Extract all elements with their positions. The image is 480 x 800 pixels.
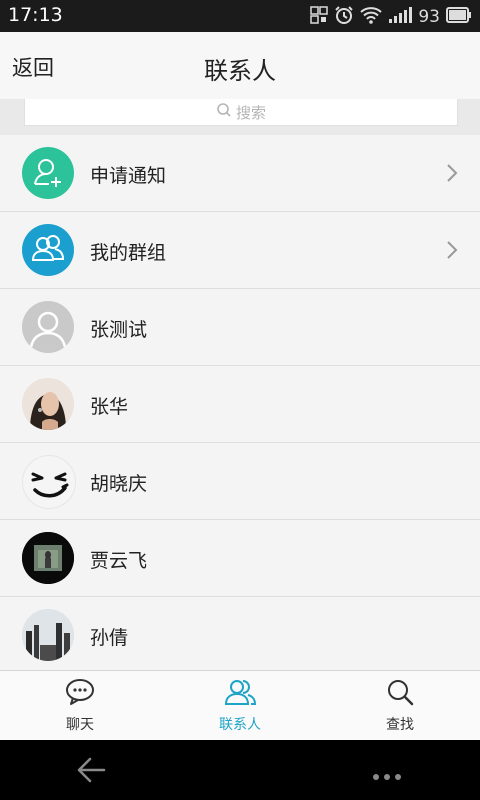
avatar	[22, 532, 74, 584]
wifi-icon	[360, 6, 383, 28]
list-item-label: 我的群组	[90, 242, 167, 264]
list-item-contact[interactable]: 张测试	[0, 289, 480, 366]
list-item-label: 贾云飞	[90, 550, 148, 572]
status-time: 17:13	[8, 4, 63, 26]
list-item-label: 张测试	[90, 319, 148, 341]
back-arrow-icon[interactable]	[76, 756, 106, 788]
list-item-contact[interactable]: 贾云飞	[0, 520, 480, 597]
avatar	[22, 455, 76, 509]
avatar	[22, 378, 74, 430]
signal-icon	[388, 6, 413, 28]
search-placeholder: 搜索	[235, 103, 266, 122]
page-title: 联系人	[204, 57, 276, 85]
tab-chat[interactable]: 聊天	[0, 671, 160, 741]
top-bar: 返回 联系人	[0, 32, 480, 100]
contacts-icon	[224, 678, 257, 710]
tab-find[interactable]: 查找	[320, 671, 480, 741]
list-item-label: 张华	[90, 396, 129, 418]
tab-contacts[interactable]: 联系人	[160, 671, 320, 741]
search-icon	[216, 102, 232, 122]
screenshot-icon	[310, 6, 329, 28]
alarm-icon	[334, 5, 354, 29]
list-item-contact[interactable]: 孙倩	[0, 597, 480, 674]
status-bar: 17:13 93	[0, 0, 480, 32]
status-icons: 93	[310, 5, 472, 29]
tab-label: 聊天	[66, 717, 94, 733]
chevron-right-icon	[446, 240, 458, 264]
list-item-contact[interactable]: 胡晓庆	[0, 443, 480, 520]
list-item-apply-notice[interactable]: 申请通知	[0, 135, 480, 212]
default-avatar-icon	[22, 301, 74, 353]
more-dots-icon[interactable]	[372, 766, 402, 785]
system-nav-bar	[0, 740, 480, 800]
tab-label: 联系人	[219, 717, 261, 733]
avatar	[22, 609, 74, 661]
battery-level: 93	[418, 7, 440, 27]
list-item-my-groups[interactable]: 我的群组	[0, 212, 480, 289]
list-item-label: 胡晓庆	[90, 473, 148, 495]
contact-list: 申请通知 我的群组 张测试 张华 胡晓庆 贾云飞 孙倩	[0, 135, 480, 674]
chevron-right-icon	[446, 163, 458, 187]
bottom-tab-bar: 聊天 联系人 查找	[0, 670, 480, 741]
tab-label: 查找	[386, 717, 414, 733]
list-item-label: 孙倩	[90, 627, 129, 649]
search-icon	[386, 678, 414, 710]
search-area: 搜索	[0, 99, 480, 135]
add-user-icon	[22, 147, 74, 199]
list-item-contact[interactable]: 张华	[0, 366, 480, 443]
chat-bubble-icon	[65, 678, 95, 710]
search-input[interactable]: 搜索	[24, 99, 458, 126]
list-item-label: 申请通知	[90, 165, 167, 187]
battery-icon	[446, 7, 472, 27]
contacts-screen: 17:13 93 返回 联系人 搜索 申请通知 我的群组 张测试 张华 胡晓庆 …	[0, 0, 480, 800]
group-icon	[22, 224, 74, 276]
